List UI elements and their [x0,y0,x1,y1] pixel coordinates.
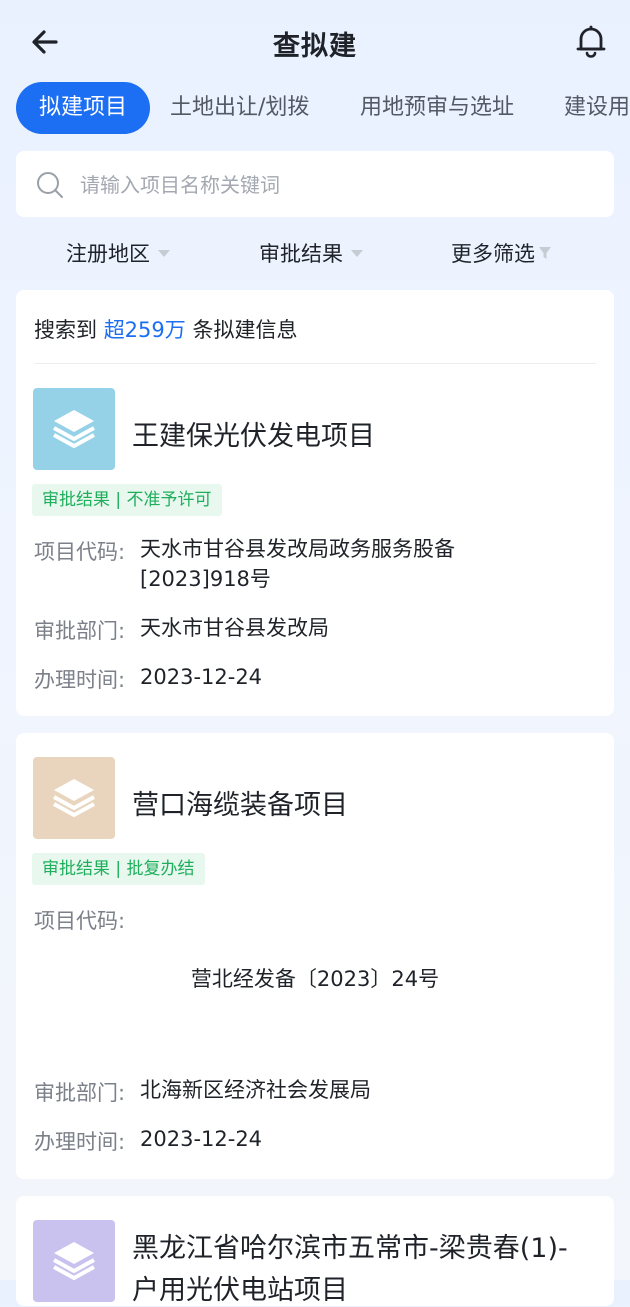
filter-approval-label: 审批结果 [259,242,343,266]
time-label: 办理时间: [34,668,126,692]
result-suffix: 条拟建信息 [192,318,298,342]
time-value: 2023-12-24 [140,1127,263,1151]
filter-more-label: 更多筛选 [451,242,535,266]
caret-down-icon [351,249,363,257]
filter-bar: 注册地区 审批结果 更多筛选 [0,228,630,280]
filter-more[interactable]: 更多筛选 [451,238,551,268]
project-title[interactable]: 王建保光伏发电项目 [132,414,375,453]
search-bar[interactable] [16,151,614,219]
dept-value: 天水市甘谷县发改局 [140,616,329,640]
filter-region[interactable]: 注册地区 [66,238,170,268]
status-badge: 审批结果 | 不准予许可 [32,484,222,516]
project-card[interactable]: 营口海缆装备项目 审批结果 | 批复办结 项目代码: 营北经发备〔2023〕24… [16,733,614,1179]
tab-land-transfer[interactable]: 土地出让/划拨 [170,82,309,134]
tab-land-preexamination[interactable]: 用地预审与选址 [360,82,514,134]
layers-icon [33,1220,115,1302]
layers-icon [33,388,115,470]
code-label: 项目代码: [34,909,126,933]
layers-icon [33,757,115,839]
project-title[interactable]: 营口海缆装备项目 [132,783,348,822]
status-badge: 审批结果 | 批复办结 [32,853,205,885]
time-label: 办理时间: [34,1130,126,1154]
code-value-line2: [2023]918号 [140,567,271,591]
funnel-icon [539,247,551,259]
bell-icon[interactable] [570,20,612,62]
project-title-line1[interactable]: 黑龙江省哈尔滨市五常市-梁贵春(1)- [132,1226,568,1265]
code-value: 营北经发备〔2023〕24号 [190,967,440,991]
result-count: 超259万 [103,318,186,342]
divider [34,363,596,364]
result-summary: 搜索到 超259万 条拟建信息 [34,314,297,344]
result-prefix: 搜索到 [34,318,97,342]
code-value-line1: 天水市甘谷县发改局政务服务股备 [140,537,455,561]
caret-down-icon [158,249,170,257]
category-tabs: 拟建项目 土地出让/划拨 用地预审与选址 建设用 [0,82,630,136]
search-icon [37,172,63,198]
filter-region-label: 注册地区 [66,242,150,266]
tab-construction[interactable]: 建设用 [564,82,630,134]
dept-value: 北海新区经济社会发展局 [140,1078,371,1102]
project-title-line2[interactable]: 户用光伏电站项目 [132,1268,348,1307]
dept-label: 审批部门: [34,619,126,643]
time-value: 2023-12-24 [140,665,263,689]
dept-label: 审批部门: [34,1081,126,1105]
filter-approval-result[interactable]: 审批结果 [259,238,363,268]
top-bar: 查拟建 [0,0,630,82]
search-input[interactable] [78,151,602,219]
code-label: 项目代码: [34,540,126,564]
page-title: 查拟建 [273,31,357,62]
project-card[interactable]: 黑龙江省哈尔滨市五常市-梁贵春(1)- 户用光伏电站项目 [16,1196,614,1306]
project-card[interactable]: 搜索到 超259万 条拟建信息 王建保光伏发电项目 审批结果 | 不准予许可 项… [16,290,614,716]
tab-proposed-projects[interactable]: 拟建项目 [16,82,150,134]
